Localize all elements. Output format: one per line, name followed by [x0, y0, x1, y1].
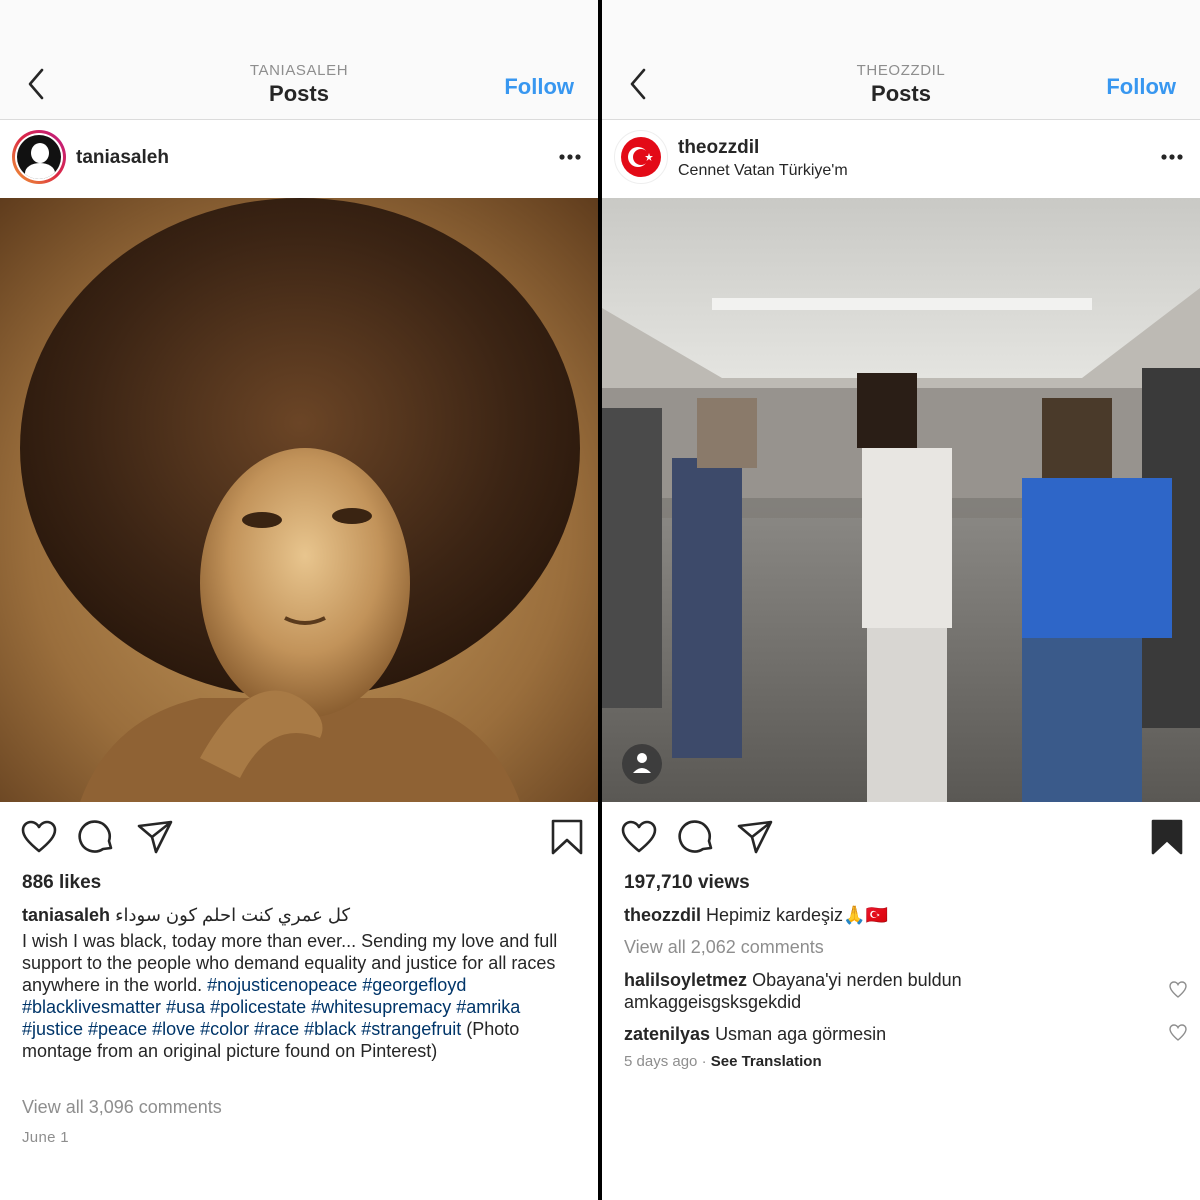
video-frame-image — [602, 198, 1200, 802]
share-send-icon[interactable] — [736, 818, 774, 856]
comment-time: 5 days ago — [624, 1053, 698, 1070]
caption-username[interactable]: theozzdil — [624, 905, 701, 925]
comment-meta-row: 5 days ago · See Translation — [624, 1053, 822, 1070]
portrait-image — [0, 198, 598, 802]
post-username[interactable]: theozzdil — [678, 137, 759, 159]
caption-first-line: taniasaleh كل عمري كنت احلم كون سوداء — [22, 904, 582, 926]
bookmark-filled-icon[interactable] — [1148, 818, 1186, 856]
view-all-comments-link[interactable]: View all 3,096 comments — [22, 1097, 222, 1118]
post-actions — [602, 812, 1200, 862]
comment-like-heart-icon[interactable] — [1168, 1023, 1188, 1043]
right-post-screen: THEOZZDIL Posts Follow theozzdil Cennet … — [602, 0, 1200, 1200]
post-username[interactable]: taniasaleh — [76, 147, 169, 169]
caption-text: Hepimiz kardeşiz🙏🇹🇷 — [706, 905, 888, 925]
left-post-screen: TANIASALEH Posts Follow taniasaleh 886 l… — [0, 0, 598, 1200]
comment-item: zatenilyas Usman aga görmesin — [624, 1023, 1134, 1045]
post-date: June 1 — [22, 1129, 69, 1146]
views-count[interactable]: 197,710 views — [624, 872, 750, 894]
post-caption: theozzdil Hepimiz kardeşiz🙏🇹🇷 — [624, 904, 1184, 926]
nav-bar: TANIASALEH Posts Follow — [0, 0, 598, 120]
like-heart-icon[interactable] — [620, 818, 658, 856]
post-header: taniasaleh — [0, 120, 598, 198]
follow-button[interactable]: Follow — [504, 74, 574, 100]
see-translation-link[interactable]: See Translation — [711, 1053, 822, 1070]
likes-count[interactable]: 886 likes — [22, 872, 101, 894]
bookmark-icon[interactable] — [548, 818, 586, 856]
comment-username[interactable]: zatenilyas — [624, 1024, 710, 1044]
turkish-flag-icon — [628, 147, 653, 167]
post-caption: taniasaleh كل عمري كنت احلم كون سوداء I … — [22, 904, 582, 1062]
comment-username[interactable]: halilsoyletmez — [624, 970, 747, 990]
post-location[interactable]: Cennet Vatan Türkiye'm — [678, 162, 848, 180]
post-actions — [0, 812, 598, 862]
like-heart-icon[interactable] — [20, 818, 58, 856]
nav-bar: THEOZZDIL Posts Follow — [602, 0, 1200, 120]
user-tag-icon[interactable] — [622, 744, 662, 784]
post-photo[interactable] — [0, 198, 598, 802]
follow-button[interactable]: Follow — [1106, 74, 1176, 100]
more-options-icon[interactable] — [1160, 150, 1184, 164]
caption-arabic-text: كل عمري كنت احلم كون سوداء — [115, 905, 351, 925]
post-header: theozzdil Cennet Vatan Türkiye'm — [602, 120, 1200, 198]
meta-separator: · — [701, 1053, 707, 1070]
comment-item: halilsoyletmez Obayana'yi nerden buldun … — [624, 969, 1134, 1013]
post-video[interactable] — [602, 198, 1200, 802]
caption-body: I wish I was black, today more than ever… — [22, 930, 582, 1062]
avatar[interactable] — [614, 130, 668, 184]
comment-text: Usman aga görmesin — [715, 1024, 887, 1044]
comment-like-heart-icon[interactable] — [1168, 980, 1188, 1000]
comment-bubble-icon[interactable] — [78, 818, 116, 856]
comment-bubble-icon[interactable] — [678, 818, 716, 856]
caption-username[interactable]: taniasaleh — [22, 905, 110, 925]
view-all-comments-link[interactable]: View all 2,062 comments — [624, 937, 824, 958]
avatar[interactable] — [12, 130, 66, 184]
share-send-icon[interactable] — [136, 818, 174, 856]
more-options-icon[interactable] — [558, 150, 582, 164]
